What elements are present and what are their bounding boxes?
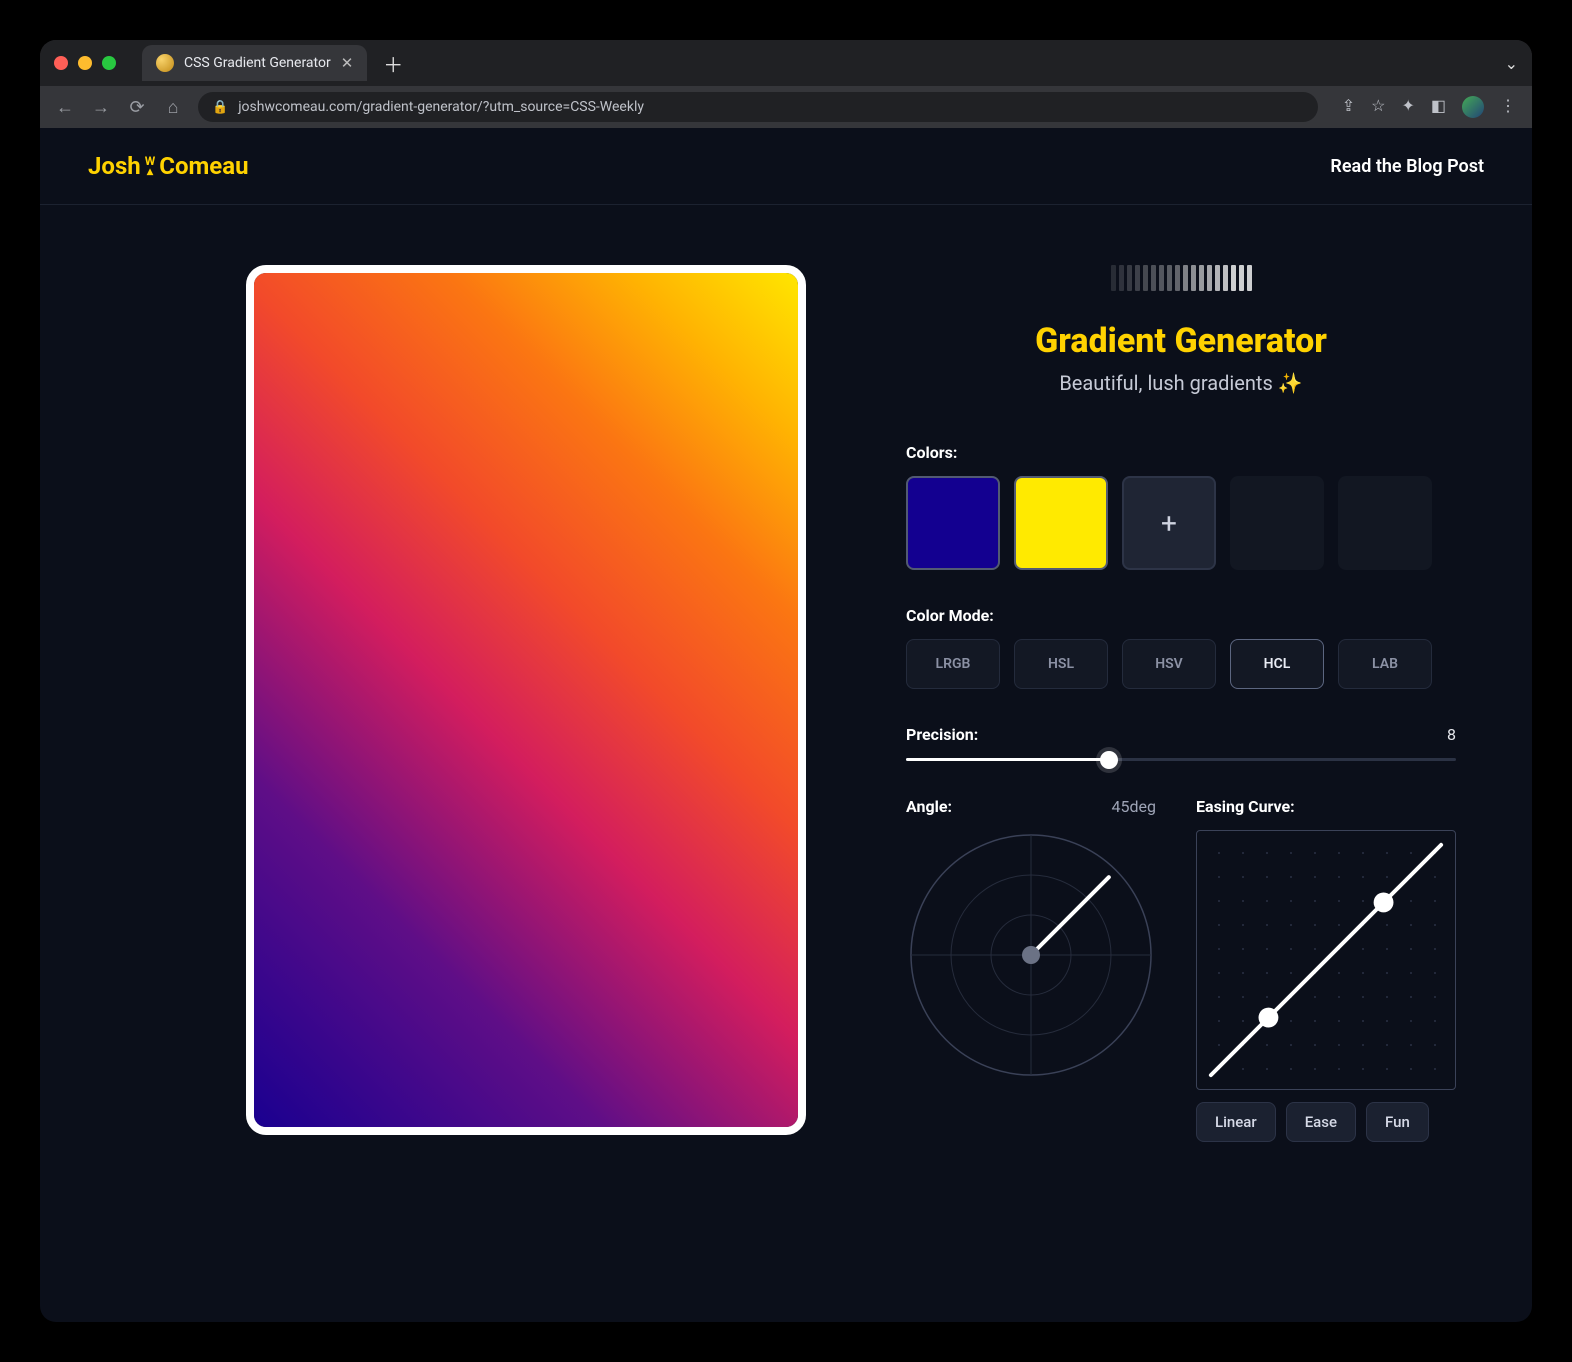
site-logo[interactable]: Josh W▴ Comeau	[88, 152, 249, 180]
forward-icon[interactable]: →	[90, 97, 112, 118]
minimize-window-icon[interactable]	[78, 56, 92, 70]
color-mode-lrgb[interactable]: LRGB	[906, 639, 1000, 689]
star-icon[interactable]: ☆	[1371, 96, 1385, 118]
tab-title: CSS Gradient Generator	[184, 55, 331, 71]
precision-slider[interactable]	[906, 758, 1456, 761]
color-mode-hsl[interactable]: HSL	[1014, 639, 1108, 689]
easing-label: Easing Curve:	[1196, 797, 1456, 816]
close-tab-icon[interactable]: ✕	[341, 54, 354, 72]
easing-handle-2[interactable]	[1374, 893, 1394, 913]
colors-label: Colors:	[906, 443, 1456, 462]
reload-icon[interactable]: ⟳	[126, 97, 148, 118]
precision-label: Precision:	[906, 725, 978, 744]
easing-preset-ease[interactable]: Ease	[1286, 1102, 1356, 1142]
color-swatch-empty	[1338, 476, 1432, 570]
plus-icon: +	[1161, 507, 1177, 540]
browser-toolbar: ← → ⟳ ⌂ 🔒 joshwcomeau.com/gradient-gener…	[40, 86, 1532, 128]
logo-text-left: Josh	[88, 152, 141, 180]
color-mode-hsv[interactable]: HSV	[1122, 639, 1216, 689]
share-icon[interactable]: ⇪	[1342, 96, 1355, 118]
decorative-bars-icon	[906, 265, 1456, 291]
add-color-button[interactable]: +	[1122, 476, 1216, 570]
tabs-chevron-icon[interactable]: ⌄	[1505, 54, 1518, 73]
page-subtitle: Beautiful, lush gradients ✨	[906, 371, 1456, 395]
color-mode-lab[interactable]: LAB	[1338, 639, 1432, 689]
logo-caret-icon: W▴	[145, 156, 156, 176]
easing-handle-1[interactable]	[1259, 1008, 1279, 1028]
color-swatch-1[interactable]	[1014, 476, 1108, 570]
url-bar[interactable]: 🔒 joshwcomeau.com/gradient-generator/?ut…	[198, 92, 1318, 122]
color-swatch-0[interactable]	[906, 476, 1000, 570]
back-icon[interactable]: ←	[54, 97, 76, 118]
maximize-window-icon[interactable]	[102, 56, 116, 70]
easing-preset-fun[interactable]: Fun	[1366, 1102, 1429, 1142]
sidepanel-icon[interactable]: ◧	[1431, 96, 1446, 118]
browser-tabbar: CSS Gradient Generator ✕ ＋ ⌄	[40, 40, 1532, 86]
precision-slider-thumb[interactable]	[1100, 751, 1118, 769]
logo-text-right: Comeau	[159, 152, 248, 180]
browser-tab[interactable]: CSS Gradient Generator ✕	[142, 45, 367, 81]
gradient-preview-canvas	[254, 273, 798, 1127]
gradient-preview	[246, 265, 806, 1135]
url-text: joshwcomeau.com/gradient-generator/?utm_…	[238, 99, 644, 115]
color-mode-hcl[interactable]: HCL	[1230, 639, 1324, 689]
extensions-icon[interactable]: ✦	[1401, 96, 1414, 118]
macos-window-controls[interactable]	[54, 56, 116, 70]
profile-avatar-icon[interactable]	[1462, 96, 1484, 118]
page-title: Gradient Generator	[906, 321, 1456, 361]
blog-post-link[interactable]: Read the Blog Post	[1330, 156, 1484, 177]
favicon-icon	[156, 54, 174, 72]
precision-value: 8	[1447, 725, 1456, 744]
menu-icon[interactable]: ⋮	[1500, 96, 1518, 118]
color-swatch-empty	[1230, 476, 1324, 570]
angle-dial[interactable]	[906, 830, 1156, 1080]
close-window-icon[interactable]	[54, 56, 68, 70]
new-tab-icon[interactable]: ＋	[383, 49, 403, 78]
angle-label: Angle:	[906, 797, 952, 816]
angle-value: 45deg	[1112, 797, 1156, 816]
home-icon[interactable]: ⌂	[162, 97, 184, 118]
easing-preset-linear[interactable]: Linear	[1196, 1102, 1276, 1142]
lock-icon: 🔒	[212, 100, 228, 115]
easing-curve-editor[interactable]	[1196, 830, 1456, 1090]
color-mode-label: Color Mode:	[906, 606, 1456, 625]
